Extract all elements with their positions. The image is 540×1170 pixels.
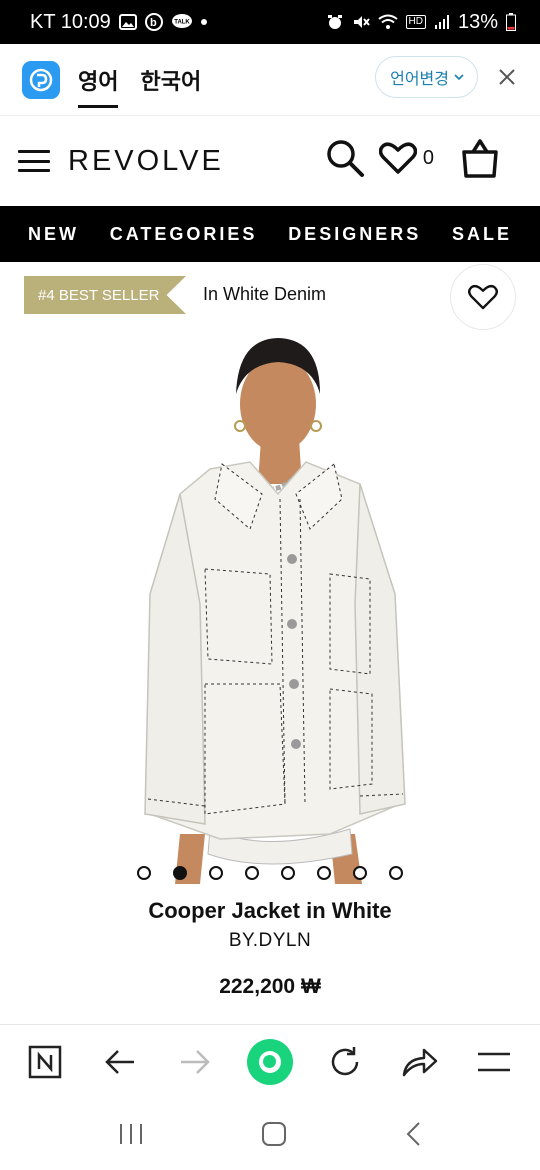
forward-icon[interactable] xyxy=(167,1034,223,1090)
recents-icon[interactable] xyxy=(118,1122,144,1146)
translate-bar: 영어 한국어 언어변경 xyxy=(0,44,540,116)
status-bar: KT 10:09 b TALK HD 13% xyxy=(0,0,540,44)
carousel-dot[interactable] xyxy=(353,866,367,880)
back-nav-icon[interactable] xyxy=(404,1121,422,1147)
product-badge-row: #4 BEST SELLER In White Denim xyxy=(0,262,540,332)
signal-icon xyxy=(434,15,449,29)
close-icon[interactable] xyxy=(496,66,518,88)
papago-icon[interactable] xyxy=(22,60,60,99)
hd-badge: HD xyxy=(405,15,426,29)
system-navigation-bar xyxy=(0,1098,540,1170)
notification-dot-icon xyxy=(200,19,207,25)
product-brand[interactable]: BY.DYLN xyxy=(0,930,540,952)
main-nav: NEW CATEGORIES DESIGNERS SALE xyxy=(0,206,540,262)
back-icon[interactable] xyxy=(92,1034,148,1090)
battery-icon xyxy=(506,13,516,31)
product-image[interactable] xyxy=(0,334,540,884)
carousel-dot[interactable] xyxy=(281,866,295,880)
wifi-icon xyxy=(377,14,398,29)
nav-designers[interactable]: DESIGNERS xyxy=(288,224,421,245)
menu-icon[interactable] xyxy=(18,150,50,172)
wishlist-count: 0 xyxy=(422,146,434,169)
alarm-icon xyxy=(327,15,342,29)
heart-icon xyxy=(468,284,498,310)
change-language-label: 언어변경 xyxy=(390,71,449,88)
product-title: Cooper Jacket in White xyxy=(148,898,392,923)
carousel-dot[interactable] xyxy=(209,866,223,880)
best-seller-badge: #4 BEST SELLER xyxy=(24,276,186,314)
revolve-logo[interactable]: REVOLVE xyxy=(68,145,224,178)
mute-icon xyxy=(353,16,370,28)
n-home-icon[interactable] xyxy=(17,1034,73,1090)
browser-toolbar xyxy=(0,1024,540,1098)
home-icon[interactable] xyxy=(261,1121,287,1147)
bag-icon[interactable] xyxy=(460,138,500,178)
search-icon[interactable] xyxy=(325,138,365,178)
more-menu-icon[interactable] xyxy=(466,1034,522,1090)
carousel-dot[interactable] xyxy=(137,866,151,880)
nav-sale[interactable]: SALE xyxy=(452,224,512,245)
heart-icon[interactable] xyxy=(378,141,417,175)
svg-text:b: b xyxy=(150,17,157,29)
image-carousel-dots xyxy=(0,866,540,880)
add-to-wishlist-button[interactable] xyxy=(450,264,516,330)
talk-badge-text: TALK xyxy=(174,20,190,26)
band-icon: b xyxy=(144,13,163,31)
green-dot-icon[interactable] xyxy=(242,1034,298,1090)
tab-target-language[interactable]: 한국어 xyxy=(140,56,201,104)
product-price: 222,200 ₩ xyxy=(219,975,321,998)
nav-categories[interactable]: CATEGORIES xyxy=(110,224,258,245)
tab-source-language[interactable]: 영어 xyxy=(78,56,119,108)
chevron-down-icon xyxy=(454,74,464,81)
nav-new[interactable]: NEW xyxy=(28,224,79,245)
carousel-dot[interactable] xyxy=(245,866,259,880)
change-language-button[interactable]: 언어변경 xyxy=(375,56,478,98)
share-icon[interactable] xyxy=(392,1034,448,1090)
gallery-icon xyxy=(118,14,137,30)
refresh-icon[interactable] xyxy=(317,1034,373,1090)
site-header: REVOLVE 0 xyxy=(0,116,540,206)
carousel-dot[interactable] xyxy=(317,866,331,880)
battery-percent: 13% xyxy=(457,10,498,33)
carousel-dot-active[interactable] xyxy=(173,866,187,880)
kakaotalk-icon: TALK xyxy=(171,14,192,28)
product-color: In White Denim xyxy=(203,284,327,304)
carrier-time: KT 10:09 xyxy=(30,10,111,33)
carousel-dot[interactable] xyxy=(389,866,403,880)
